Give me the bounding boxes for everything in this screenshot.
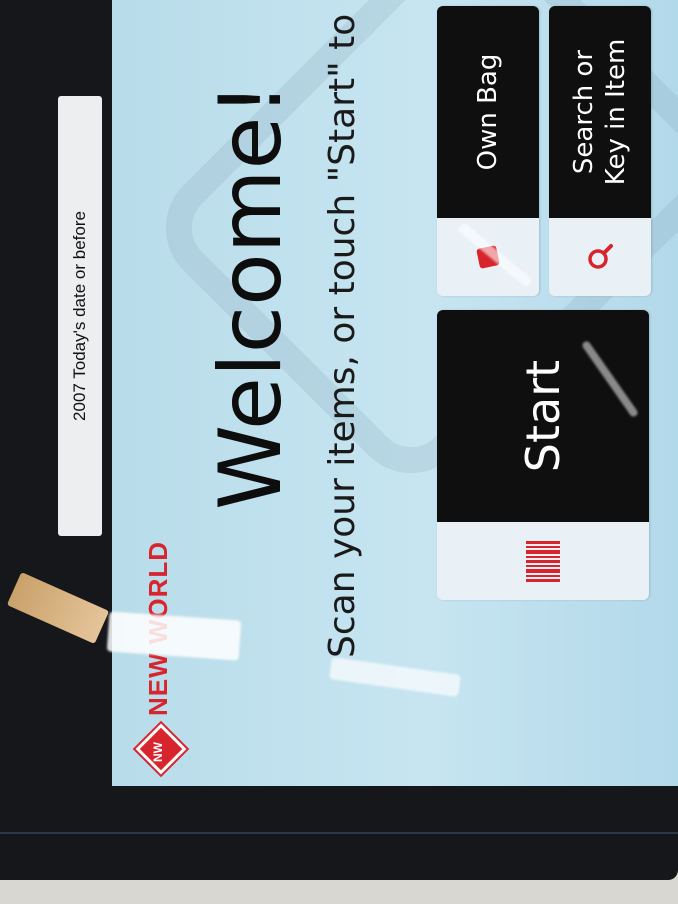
barcode-icon — [437, 522, 649, 600]
nw-badge-icon: NW — [135, 723, 187, 775]
search-label-line2: Key in Item — [601, 38, 631, 186]
badge-text: NW — [151, 742, 165, 762]
welcome-title: Welcome! — [201, 82, 301, 510]
search-key-button[interactable]: Search or Key in Item — [549, 6, 651, 296]
welcome-subtitle: Scan your items, or touch "Start" to beg… — [322, 0, 363, 658]
start-button[interactable]: Start — [437, 310, 649, 600]
search-key-label: Search or Key in Item — [549, 6, 651, 218]
date-sticker: 2007 Today's date or before — [58, 96, 102, 536]
start-label: Start — [437, 310, 649, 522]
search-label-line1: Search or — [568, 49, 599, 175]
brand-logo: NW NEW WORLD — [135, 541, 187, 775]
magnifier-icon — [549, 218, 651, 296]
bezel-strip — [0, 832, 678, 834]
own-bag-label: Own Bag — [437, 6, 539, 218]
date-sticker-text: 2007 Today's date or before — [70, 211, 89, 421]
